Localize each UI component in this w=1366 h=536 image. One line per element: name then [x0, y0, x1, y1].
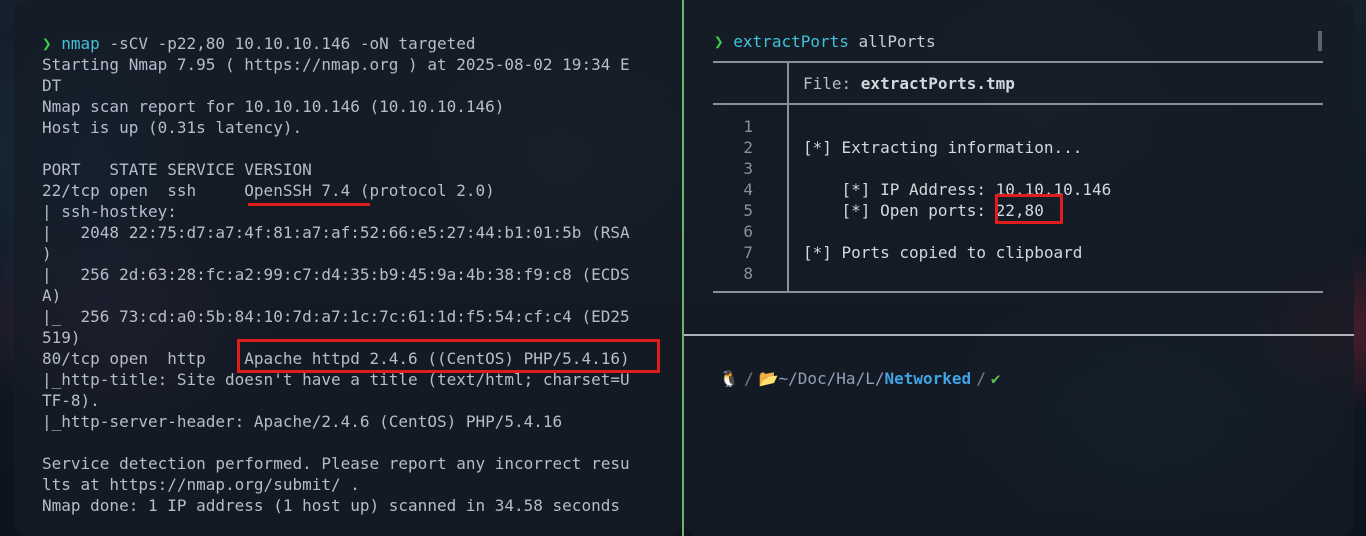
path-segment: /Doc [788, 369, 827, 388]
file-header: File: extractPorts.tmp [803, 73, 1015, 94]
bat-border-top [713, 61, 1323, 63]
output-line: Nmap scan report for 10.10.10.146 (10.10… [42, 97, 505, 116]
openssh-version-underline [248, 203, 370, 206]
command-name: nmap [61, 34, 100, 53]
bat-file-view: File: extractPorts.tmp 1 2 3 4 5 6 7 8 [… [713, 61, 1323, 293]
apache-version-highlight-box [237, 339, 660, 373]
prompt-separator: / [976, 369, 986, 388]
output-line: A) [42, 286, 62, 305]
output-line: ) [42, 244, 52, 263]
output-line: Service detection performed. Please repo… [42, 454, 630, 473]
line-number: 1 [743, 117, 753, 136]
scrollbar-thumb[interactable] [1318, 31, 1322, 51]
folder-open-icon: 📂 [758, 369, 779, 388]
terminal-pane-left[interactable]: ❯ nmap -sCV -p22,80 10.10.10.146 -oN tar… [14, 0, 682, 536]
linux-tux-icon: 🐧 [719, 369, 739, 388]
output-line: Host is up (0.31s latency). [42, 118, 303, 137]
command-line: ❯ nmap -sCV -p22,80 10.10.10.146 -oN tar… [42, 33, 674, 54]
line-number: 8 [743, 264, 753, 283]
file-line: [*] IP Address: 10.10.10.146 [803, 180, 1112, 199]
output-line: 22/tcp open ssh OpenSSH 7.4 (protocol 2.… [42, 181, 495, 200]
open-ports-highlight-box [995, 194, 1063, 224]
output-line: |_http-server-header: Apache/2.4.6 (Cent… [42, 412, 563, 431]
output-line: | 2048 22:75:d7:a7:4f:81:a7:af:52:66:e5:… [42, 223, 630, 242]
terminal-output: ❯ nmap -sCV -p22,80 10.10.10.146 -oN tar… [42, 33, 674, 516]
prompt-separator: / [743, 369, 754, 388]
path-segment: /L/ [855, 369, 885, 388]
command-line: ❯ extractPorts allPorts [714, 31, 936, 52]
line-number: 3 [743, 159, 753, 178]
file-label-prefix: File: [803, 74, 861, 93]
path-segment: /Ha [826, 369, 856, 388]
path-current-dir: Networked [884, 369, 972, 388]
output-line: Starting Nmap 7.95 ( https://nmap.org ) … [42, 55, 630, 74]
bat-gutter-divider [787, 62, 789, 292]
line-number: 2 [743, 138, 753, 157]
command-args: allPorts [848, 32, 936, 51]
line-number: 5 [743, 201, 753, 220]
checkmark-icon: ✔ [990, 369, 1001, 388]
file-line: [*] Ports copied to clipboard [803, 243, 1083, 262]
file-line: [*] Extracting information... [803, 138, 1083, 157]
command-args: -sCV -p22,80 10.10.10.146 -oN targeted [99, 34, 476, 53]
shell-prompt: 🐧 / 📂~/Doc/Ha/L/Networked / ✔ [714, 368, 1005, 390]
output-line: DT [42, 76, 62, 95]
file-name: extractPorts.tmp [860, 74, 1015, 93]
line-number: 6 [743, 222, 753, 241]
output-line: | 256 2d:63:28:fc:a2:99:c7:d4:35:b9:45:9… [42, 265, 630, 284]
output-line: PORT STATE SERVICE VERSION [42, 160, 312, 179]
output-line: |_ 256 73:cd:a0:5b:84:10:7d:a7:1c:7c:61:… [42, 307, 630, 326]
line-number: 4 [743, 180, 753, 199]
prompt-arrow-icon: ❯ [42, 34, 52, 53]
bat-border-header [713, 103, 1323, 105]
output-line: Nmap done: 1 IP address (1 host up) scan… [42, 496, 620, 515]
bat-border-bottom [713, 291, 1323, 293]
terminal-pane-right[interactable]: ❯ extractPorts allPorts File: extractPor… [684, 0, 1354, 536]
output-line: lts at https://nmap.org/submit/ . [42, 475, 360, 494]
pane-divider-horizontal[interactable] [684, 334, 1354, 336]
prompt-arrow-icon: ❯ [714, 32, 724, 51]
current-path: 📂~/Doc/Ha/L/Networked [754, 368, 977, 390]
command-name: extractPorts [733, 32, 849, 51]
path-segment: ~ [778, 369, 789, 388]
line-number: 7 [743, 243, 753, 262]
output-line: TF-8). [42, 391, 100, 410]
